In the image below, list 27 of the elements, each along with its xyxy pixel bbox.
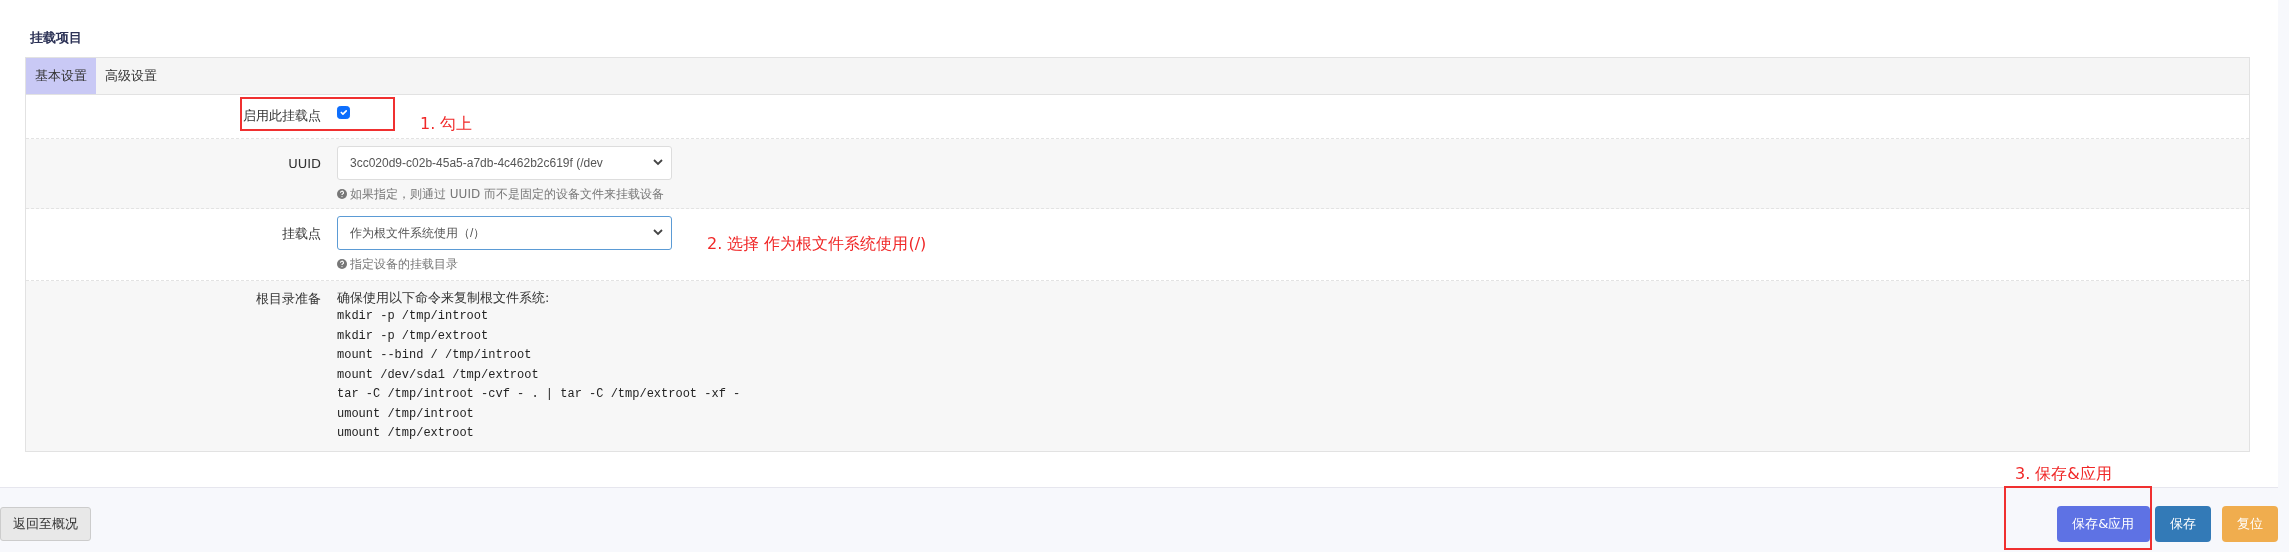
help-text: 指定设备的挂载目录: [350, 255, 458, 273]
command-line: umount /tmp/extroot: [337, 425, 475, 442]
command-line: mkdir -p /tmp/extroot: [337, 327, 490, 345]
select-field[interactable]: 作为根文件系统使用（/）: [337, 215, 672, 250]
select-field[interactable]: 3cc020d9-c02b-45a5-a7db-4c462b2c619f (/dev: [337, 145, 672, 180]
apply-button[interactable]: 保存&应用: [2057, 506, 2150, 542]
tab[interactable]: 高级设置: [96, 57, 166, 94]
back-button[interactable]: 返回至概况: [0, 507, 91, 541]
tab[interactable]: 基本设置: [26, 57, 96, 94]
field-label: UUID: [287, 154, 322, 173]
annotation-text: 1. 勾上: [420, 113, 473, 135]
help-text: 如果指定，则通过 UUID 而不是固定的设备文件来挂载设备: [350, 185, 664, 203]
command-line: tar -C /tmp/introot -cvf - . | tar -C /tmp/extroot -xf -: [337, 386, 741, 403]
command-line: mount /dev/sda1 /tmp/extroot: [337, 366, 540, 384]
field-label: 挂载点: [281, 224, 322, 243]
select-value: 3cc020d9-c02b-45a5-a7db-4c462b2c619f (/dev: [350, 154, 603, 172]
annotation-text: 2. 选择 作为根文件系统使用(/): [707, 233, 927, 255]
section-title: 挂载项目: [30, 29, 83, 47]
save-button[interactable]: 保存: [2154, 506, 2211, 542]
select-value: 作为根文件系统使用（/）: [350, 224, 486, 242]
intro-text: 确保使用以下命令来复制根文件系统:: [337, 288, 551, 307]
field-label: 启用此挂载点: [242, 107, 322, 126]
command-line: mkdir -p /tmp/introot: [337, 308, 490, 325]
command-line: umount /tmp/introot: [337, 405, 475, 423]
annotation-text: 3. 保存&应用: [2015, 463, 2112, 485]
field-label: 根目录准备: [255, 289, 322, 308]
command-line: mount --bind / /tmp/introot: [337, 347, 533, 364]
